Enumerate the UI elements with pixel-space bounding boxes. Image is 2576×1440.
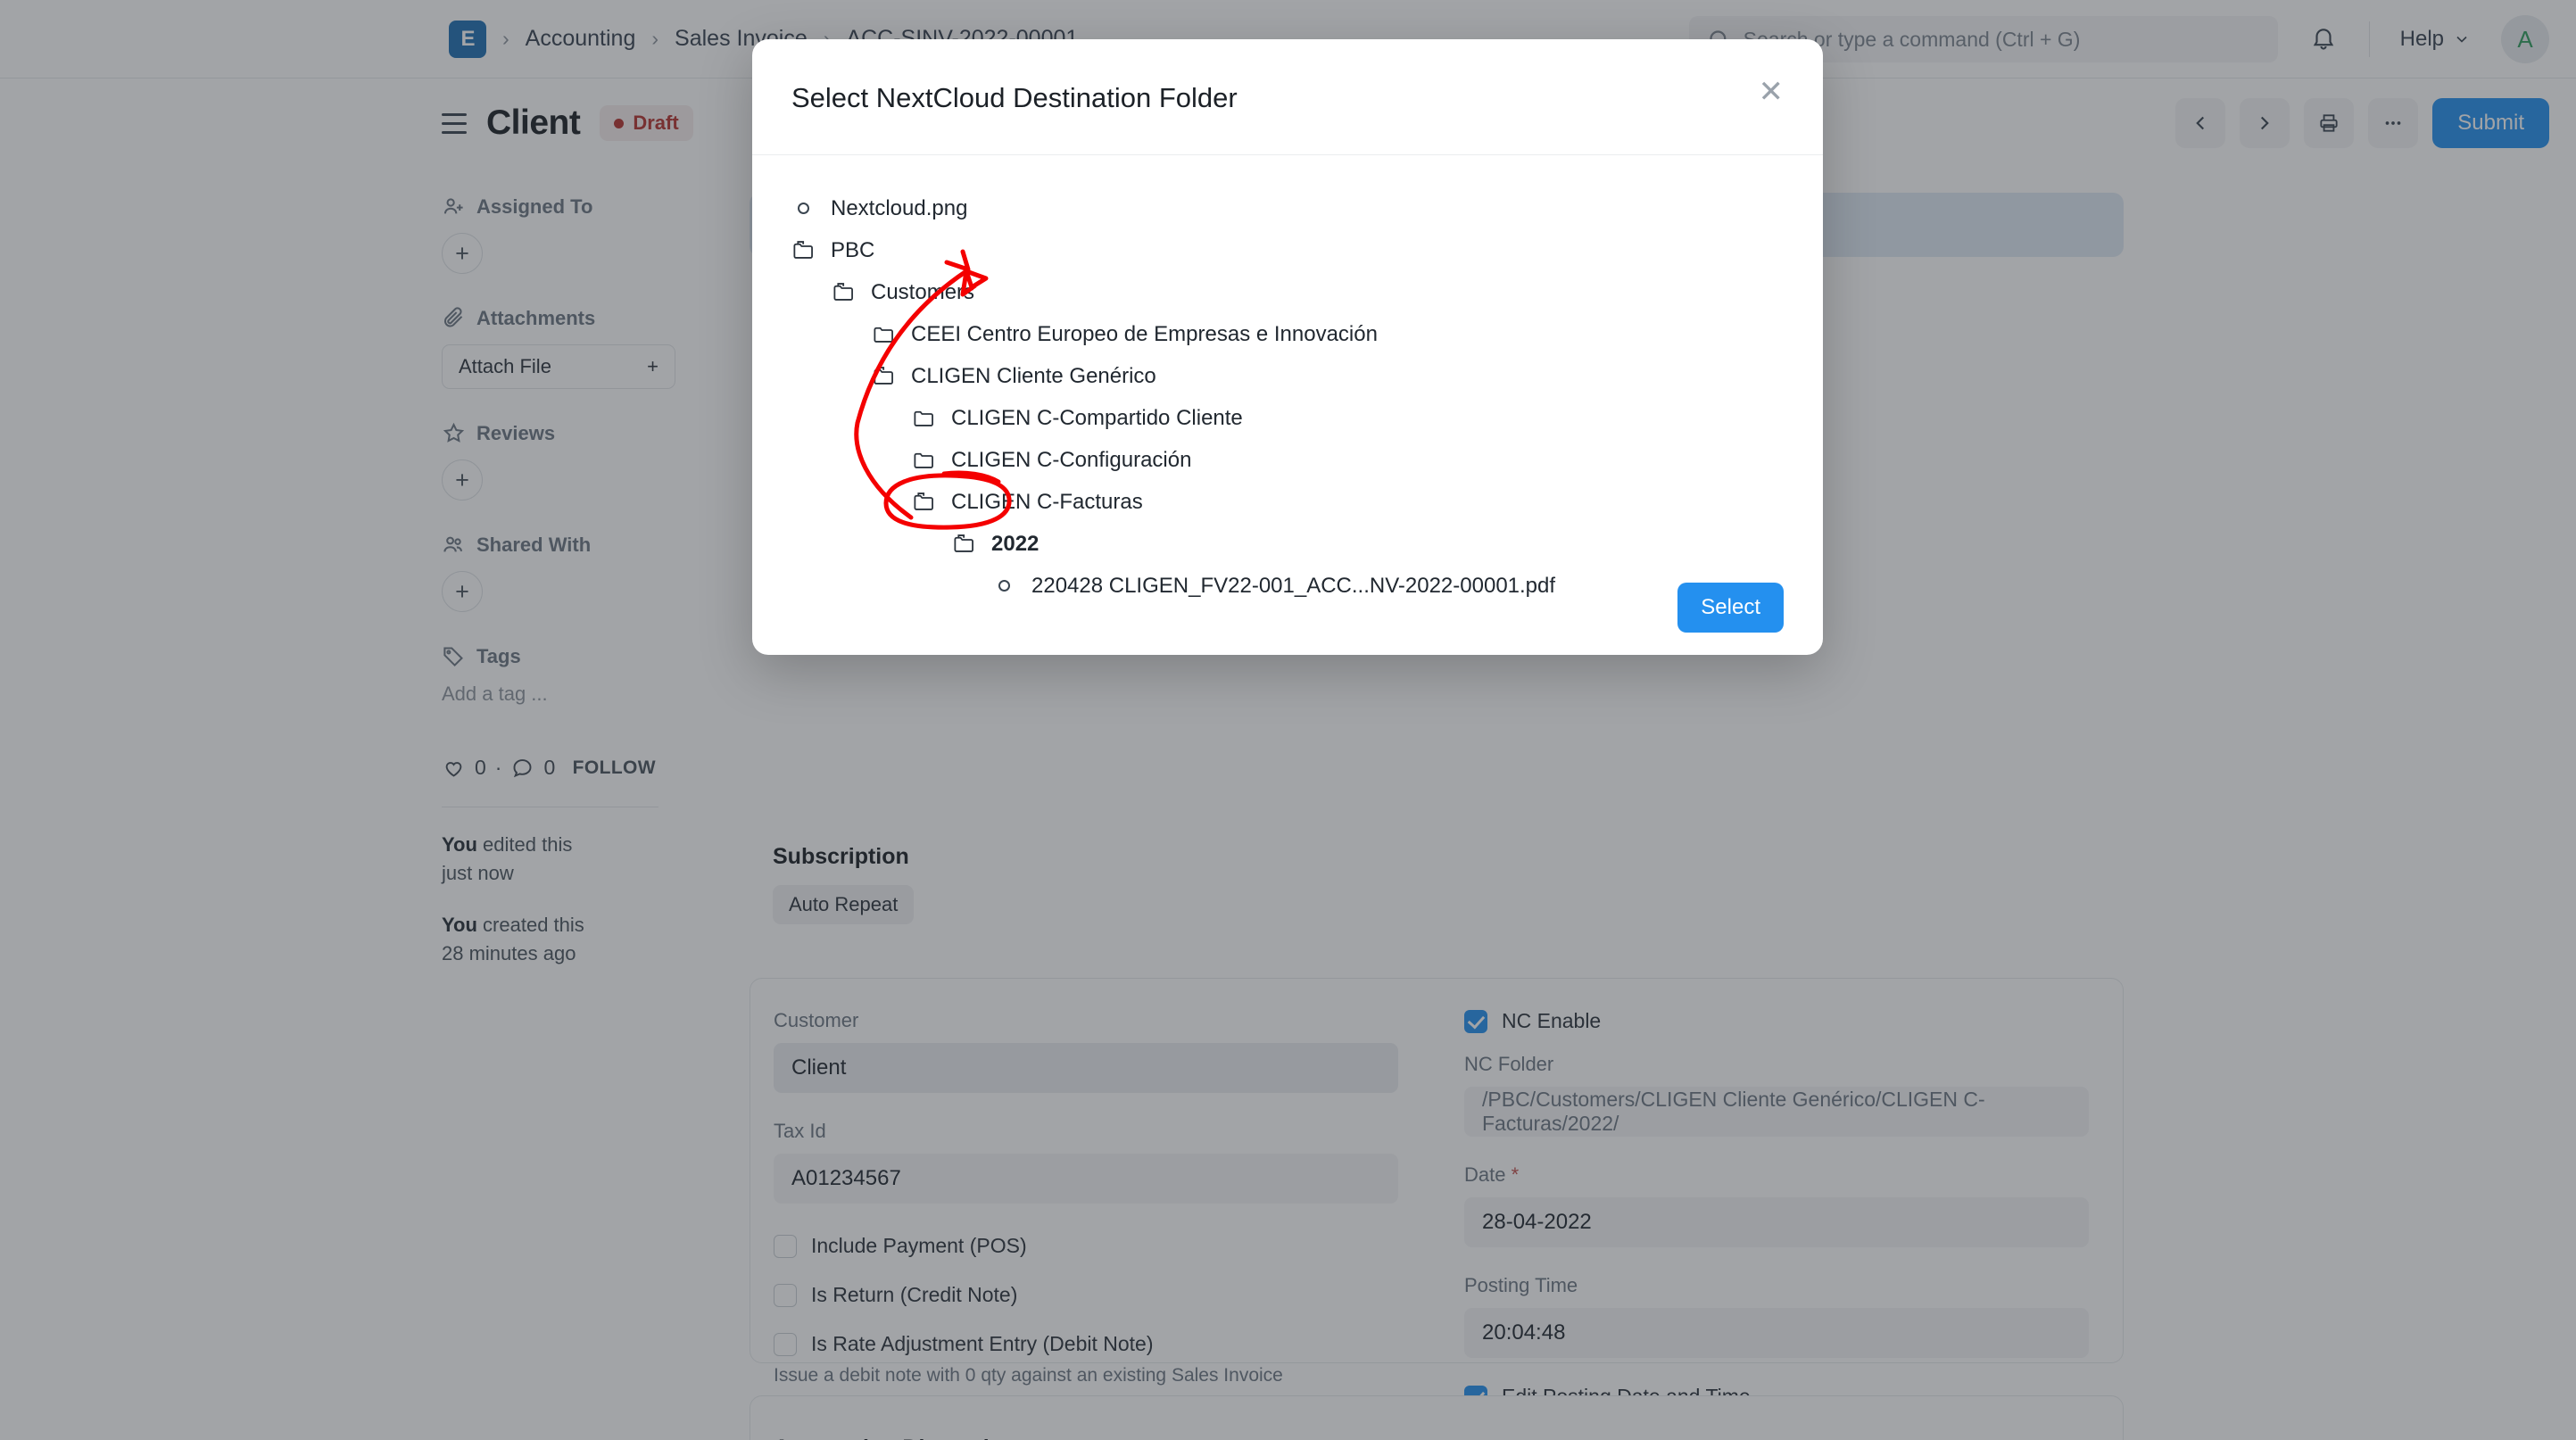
file-dot-icon bbox=[998, 580, 1010, 592]
file-dot-icon bbox=[798, 203, 809, 214]
close-icon[interactable]: ✕ bbox=[1759, 77, 1785, 107]
select-destination-folder-dialog: Select NextCloud Destination Folder ✕ Ne… bbox=[752, 39, 1823, 655]
tree-item-label: Nextcloud.png bbox=[831, 195, 968, 220]
tree-item-label: CLIGEN C-Configuración bbox=[951, 447, 1192, 472]
tree-folder-item[interactable]: CLIGEN C-Configuración bbox=[912, 439, 1784, 481]
tree-folder-item[interactable]: PBC bbox=[791, 229, 1784, 271]
dialog-header: Select NextCloud Destination Folder ✕ bbox=[752, 39, 1823, 155]
folder-open-icon bbox=[912, 490, 936, 514]
tree-folder-item[interactable]: CLIGEN C-Facturas bbox=[912, 481, 1784, 523]
tree-folder-item[interactable]: Customers bbox=[832, 271, 1784, 313]
tree-folder-item[interactable]: 2022 bbox=[952, 523, 1784, 565]
folder-open-icon bbox=[791, 238, 816, 262]
tree-item-label: 2022 bbox=[991, 531, 1040, 556]
folder-closed-icon bbox=[912, 406, 936, 430]
select-button[interactable]: Select bbox=[1677, 583, 1784, 633]
folder-open-icon bbox=[872, 364, 896, 388]
folder-closed-icon bbox=[912, 448, 936, 472]
folder-tree: Nextcloud.png PBC Customers CEEI Centro Eur… bbox=[752, 155, 1823, 598]
tree-item-label: 220428 CLIGEN_FV22-001_ACC...NV-2022-000… bbox=[1031, 573, 1556, 598]
tree-item-label: Customers bbox=[871, 279, 975, 304]
tree-folder-item[interactable]: CEEI Centro Europeo de Empresas e Innova… bbox=[872, 313, 1784, 355]
tree-item-label: CLIGEN C-Facturas bbox=[951, 489, 1143, 514]
folder-open-icon bbox=[832, 280, 856, 304]
folder-open-icon bbox=[952, 532, 976, 556]
tree-folder-item[interactable]: CLIGEN Cliente Genérico bbox=[872, 355, 1784, 397]
tree-item-label: CEEI Centro Europeo de Empresas e Innova… bbox=[911, 321, 1378, 346]
tree-item-label: CLIGEN C-Compartido Cliente bbox=[951, 405, 1243, 430]
tree-item-label: CLIGEN Cliente Genérico bbox=[911, 363, 1156, 388]
dialog-title: Select NextCloud Destination Folder bbox=[791, 82, 1238, 113]
tree-item-label: PBC bbox=[831, 237, 875, 262]
folder-closed-icon bbox=[872, 322, 896, 346]
tree-file-item[interactable]: Nextcloud.png bbox=[791, 187, 1784, 229]
tree-folder-item[interactable]: CLIGEN C-Compartido Cliente bbox=[912, 397, 1784, 439]
